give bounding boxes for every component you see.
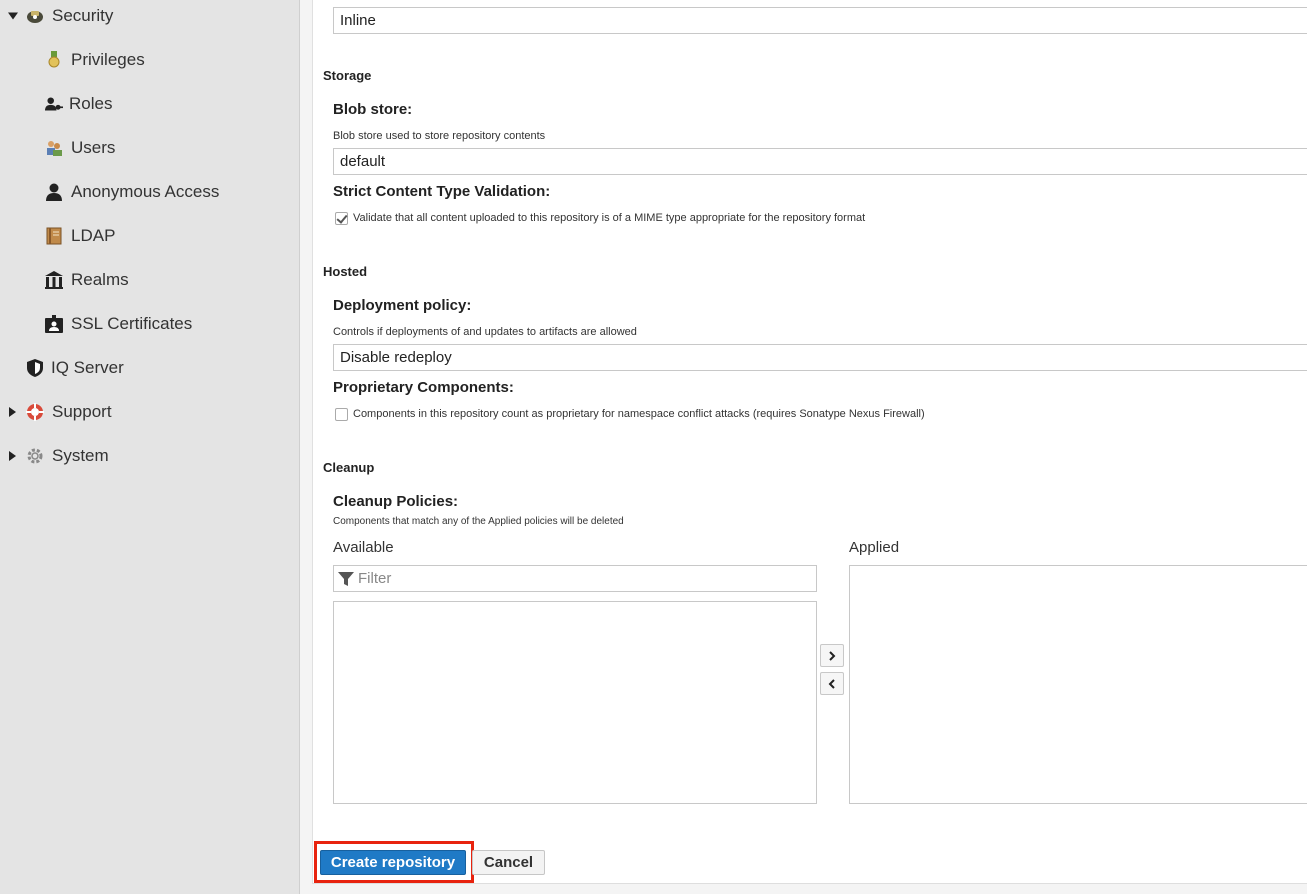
strict-validation-label: Strict Content Type Validation:: [333, 183, 551, 200]
proprietary-components-label: Proprietary Components:: [333, 379, 514, 396]
cancel-button[interactable]: Cancel: [472, 850, 545, 875]
move-left-button[interactable]: [820, 672, 844, 695]
cleanup-policies-label: Cleanup Policies:: [333, 493, 459, 510]
proprietary-components-checkbox[interactable]: [335, 408, 348, 421]
building-icon: [45, 271, 63, 289]
user-key-icon: [45, 95, 63, 113]
sidebar-item-roles[interactable]: Roles: [0, 88, 299, 120]
sidebar-item-system[interactable]: System: [0, 440, 299, 472]
create-repository-form: Inline Storage Blob store: Blob store us…: [312, 0, 1307, 884]
blob-store-select[interactable]: default: [333, 148, 1307, 175]
create-repository-button[interactable]: Create repository: [320, 850, 466, 875]
sidebar-item-label: Support: [52, 402, 112, 421]
app-window: Security Privileges Roles Users Anonymou: [0, 0, 1307, 894]
gear-icon: [26, 447, 44, 465]
sidebar-item-label: Anonymous Access: [71, 182, 220, 201]
user-icon: [45, 183, 63, 201]
chevron-right-icon: [829, 650, 836, 661]
section-title-storage: Storage: [323, 68, 372, 83]
sidebar-item-ldap[interactable]: LDAP: [0, 220, 299, 252]
chevron-left-icon: [828, 678, 835, 689]
sidebar-item-label: Realms: [71, 270, 129, 289]
sidebar-item-label: Users: [71, 138, 116, 157]
cleanup-policies-help: Components that match any of the Applied…: [333, 516, 624, 527]
filter-input[interactable]: [358, 569, 808, 588]
deployment-policy-select[interactable]: Disable redeploy: [333, 344, 1307, 371]
applied-list-title: Applied: [849, 539, 900, 556]
sidebar-item-users[interactable]: Users: [0, 132, 299, 164]
available-policies-list[interactable]: [333, 601, 817, 804]
expanded-arrow-icon[interactable]: [8, 12, 18, 20]
sidebar-item-label: Privileges: [71, 50, 145, 69]
medal-icon: [45, 51, 63, 69]
blob-store-label: Blob store:: [333, 101, 413, 118]
proprietary-components-text: Components in this repository count as p…: [353, 408, 925, 420]
admin-sidebar: Security Privileges Roles Users Anonymou: [0, 0, 300, 894]
security-icon: [26, 7, 44, 25]
shield-icon: [26, 359, 44, 377]
sidebar-item-label: Security: [52, 6, 114, 25]
available-list-title: Available: [333, 539, 394, 556]
sidebar-item-label: IQ Server: [51, 358, 124, 377]
users-icon: [45, 139, 63, 157]
sidebar-item-label: LDAP: [71, 226, 116, 245]
move-right-button[interactable]: [820, 644, 844, 667]
sidebar-item-label: System: [52, 446, 109, 465]
applied-policies-list[interactable]: [849, 565, 1307, 804]
sidebar-item-privileges[interactable]: Privileges: [0, 44, 299, 76]
sidebar-item-ssl-certificates[interactable]: SSL Certificates: [0, 308, 299, 340]
sidebar-item-iq-server[interactable]: IQ Server: [0, 352, 299, 384]
filter-funnel-icon: [338, 571, 354, 587]
section-title-cleanup: Cleanup: [323, 460, 375, 475]
deployment-policy-label: Deployment policy:: [333, 297, 472, 314]
deployment-policy-help: Controls if deployments of and updates t…: [333, 326, 637, 338]
sidebar-item-label: SSL Certificates: [71, 314, 193, 333]
sidebar-item-label: Roles: [69, 94, 113, 113]
main-content: Inline Storage Blob store: Blob store us…: [300, 0, 1307, 894]
previous-field-select[interactable]: Inline: [333, 7, 1307, 34]
book-icon: [45, 227, 63, 245]
section-title-hosted: Hosted: [323, 264, 368, 279]
strict-validation-checkbox[interactable]: [335, 212, 348, 225]
id-badge-icon: [45, 315, 63, 333]
sidebar-item-security[interactable]: Security: [0, 0, 299, 32]
sidebar-item-realms[interactable]: Realms: [0, 264, 299, 296]
collapsed-arrow-icon[interactable]: [9, 407, 16, 417]
sidebar-item-support[interactable]: Support: [0, 396, 299, 428]
sidebar-item-anonymous-access[interactable]: Anonymous Access: [0, 176, 299, 208]
available-filter[interactable]: [333, 565, 817, 592]
blob-store-help: Blob store used to store repository cont…: [333, 130, 546, 142]
lifebuoy-icon: [26, 403, 44, 421]
collapsed-arrow-icon[interactable]: [9, 451, 16, 461]
strict-validation-text: Validate that all content uploaded to th…: [353, 212, 866, 224]
